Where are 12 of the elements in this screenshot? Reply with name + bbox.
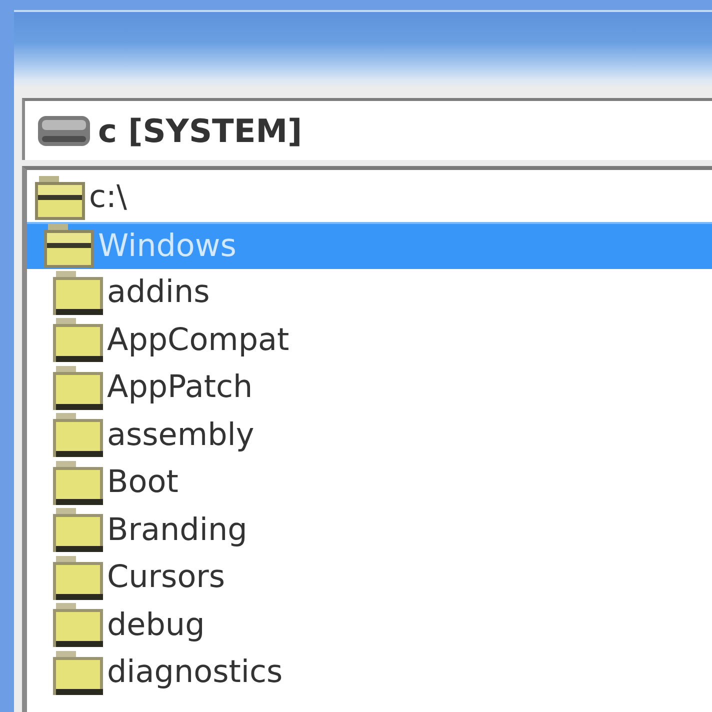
tree-item[interactable]: Branding xyxy=(53,506,248,554)
tree-item[interactable]: AppCompat xyxy=(53,316,290,364)
tree-item[interactable]: addins xyxy=(53,269,210,316)
tree-item[interactable]: AppPatch xyxy=(53,364,253,412)
tree-item[interactable]: debug xyxy=(53,602,205,649)
tree-item[interactable]: Cursors xyxy=(53,554,226,602)
tree-item[interactable]: assembly xyxy=(53,412,254,459)
tree-item[interactable]: Boot xyxy=(53,459,178,506)
tree-item[interactable]: c:\ xyxy=(35,174,127,222)
drive-icon xyxy=(38,116,90,146)
drive-dropdown[interactable]: c [SYSTEM] xyxy=(22,98,712,160)
tree-item[interactable]: diagnostics xyxy=(53,649,283,696)
